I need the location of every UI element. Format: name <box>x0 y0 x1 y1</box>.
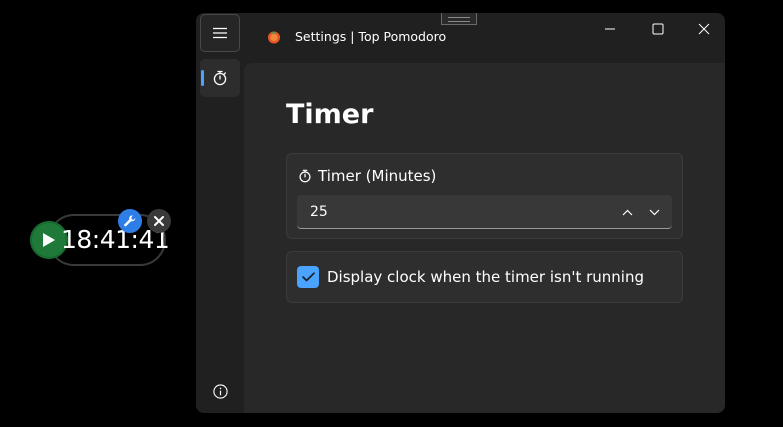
minimize-icon <box>605 28 615 30</box>
info-icon <box>212 383 228 399</box>
nav-rail <box>196 13 244 413</box>
timer-minutes-input[interactable]: 25 <box>297 195 672 229</box>
timer-setting-card: Timer (Minutes) 25 <box>286 153 683 239</box>
settings-window: Settings | Top Pomodoro Timer Timer (Min… <box>196 13 725 413</box>
hamburger-icon <box>213 27 227 39</box>
chevron-up-icon <box>622 209 632 215</box>
checkmark-icon <box>301 272 315 282</box>
decrement-button[interactable] <box>644 202 664 222</box>
minimize-button[interactable] <box>587 13 633 45</box>
display-clock-card: Display clock when the timer isn't runni… <box>286 251 683 303</box>
close-window-button[interactable] <box>681 13 725 45</box>
timer-minutes-value: 25 <box>310 204 328 220</box>
about-button[interactable] <box>210 381 230 401</box>
timer-setting-header: Timer (Minutes) <box>298 167 436 185</box>
close-icon <box>698 23 710 35</box>
tomato-icon <box>268 31 280 44</box>
nav-selection-indicator <box>201 70 204 86</box>
timer-icon <box>213 70 227 86</box>
settings-content: Timer Timer (Minutes) 25 Display clock w… <box>244 63 725 413</box>
maximize-icon <box>652 23 664 35</box>
timer-icon <box>299 169 311 183</box>
maximize-button[interactable] <box>635 13 681 45</box>
window-title: Settings | Top Pomodoro <box>295 29 447 44</box>
menu-button[interactable] <box>200 14 240 52</box>
close-icon <box>154 216 164 226</box>
display-clock-checkbox[interactable] <box>297 266 319 288</box>
title-bar[interactable]: Settings | Top Pomodoro <box>244 13 725 63</box>
page-title: Timer <box>286 99 374 130</box>
wrench-icon <box>124 215 136 227</box>
close-widget-button[interactable] <box>147 209 171 233</box>
drag-handle[interactable] <box>441 13 477 25</box>
settings-button[interactable] <box>118 209 142 233</box>
display-clock-label[interactable]: Display clock when the timer isn't runni… <box>327 268 644 286</box>
increment-button[interactable] <box>617 202 637 222</box>
nav-item-timer[interactable] <box>200 59 240 97</box>
play-icon <box>43 233 55 247</box>
timer-setting-label: Timer (Minutes) <box>318 167 437 185</box>
chevron-down-icon <box>649 209 659 215</box>
